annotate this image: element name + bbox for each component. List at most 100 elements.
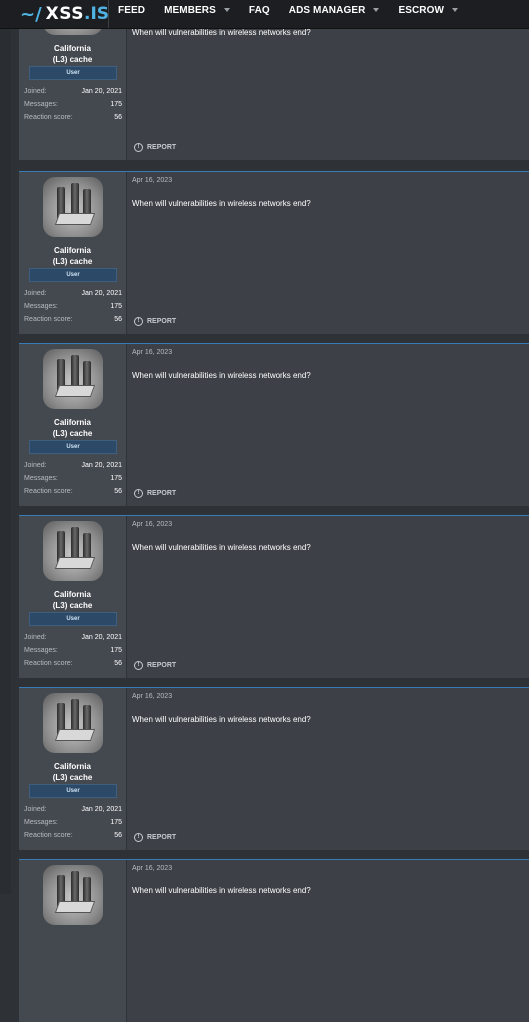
user-info: California (L3) cache User Joined: Jan 20… bbox=[19, 344, 127, 506]
post-date[interactable]: Apr 16, 2023 bbox=[132, 521, 172, 528]
messages-value[interactable]: 175 bbox=[110, 475, 122, 482]
post-body: When will vulnerabilities in wireless ne… bbox=[132, 199, 311, 208]
nav-members-label: MEMBERS bbox=[164, 4, 216, 16]
nav-faq-label: FAQ bbox=[248, 4, 270, 16]
messages-value[interactable]: 175 bbox=[110, 303, 122, 310]
username[interactable]: California (L3) cache bbox=[19, 417, 126, 439]
report-button[interactable]: ! REPORT bbox=[134, 661, 176, 670]
logo-tilde: ~/ bbox=[20, 3, 42, 25]
message-cell: Apr 16, 2023 When will vulnerabilities i… bbox=[132, 860, 529, 1022]
logo-xss: XSS bbox=[45, 4, 84, 24]
nav-ads-manager[interactable]: ADS MANAGER bbox=[289, 5, 380, 16]
reaction-row: Reaction score: 56 bbox=[24, 488, 122, 495]
joined-row: Joined: Jan 20, 2021 bbox=[24, 806, 122, 813]
logo-divider bbox=[108, 0, 109, 28]
report-button[interactable]: ! REPORT bbox=[134, 143, 176, 152]
nav-members[interactable]: MEMBERS bbox=[164, 5, 230, 16]
avatar[interactable] bbox=[43, 349, 103, 409]
reaction-row: Reaction score: 56 bbox=[24, 832, 122, 839]
post: California (L3) cache User Joined: Jan 20… bbox=[19, 687, 529, 850]
username[interactable]: California (L3) cache bbox=[19, 761, 126, 783]
nav-feed[interactable]: FEED bbox=[118, 5, 145, 16]
post: California (L3) cache User Joined: Jan 20… bbox=[19, 515, 529, 678]
reaction-row: Reaction score: 56 bbox=[24, 316, 122, 323]
joined-label: Joined: bbox=[24, 462, 47, 469]
messages-label: Messages: bbox=[24, 101, 58, 108]
post-body: When will vulnerabilities in wireless ne… bbox=[132, 28, 311, 37]
messages-label: Messages: bbox=[24, 303, 58, 310]
username[interactable]: California (L3) cache bbox=[19, 245, 126, 267]
report-button[interactable]: ! REPORT bbox=[134, 833, 176, 842]
username-line1: California bbox=[54, 418, 91, 427]
logo-is: .IS bbox=[84, 4, 110, 24]
post-body: When will vulnerabilities in wireless ne… bbox=[132, 715, 311, 724]
top-navigation: ~/ XSS .IS FEED MEMBERS FAQ ADS MANAGER … bbox=[0, 0, 529, 29]
reaction-value: 56 bbox=[114, 832, 122, 839]
joined-label: Joined: bbox=[24, 806, 47, 813]
messages-value[interactable]: 175 bbox=[110, 101, 122, 108]
username-line2: (L3) cache bbox=[52, 601, 93, 610]
chevron-down-icon[interactable] bbox=[223, 8, 230, 12]
reaction-row: Reaction score: 56 bbox=[24, 660, 122, 667]
avatar[interactable] bbox=[43, 177, 103, 237]
report-button[interactable]: ! REPORT bbox=[134, 317, 176, 326]
reaction-row: Reaction score: 56 bbox=[24, 114, 122, 121]
message-cell: Apr 16, 2023 When will vulnerabilities i… bbox=[132, 344, 529, 506]
joined-label: Joined: bbox=[24, 88, 47, 95]
joined-value: Jan 20, 2021 bbox=[81, 88, 122, 95]
post-date[interactable]: Apr 16, 2023 bbox=[132, 177, 172, 184]
main-nav: FEED MEMBERS FAQ ADS MANAGER ESCROW bbox=[118, 0, 477, 20]
chevron-down-icon[interactable] bbox=[373, 8, 380, 12]
report-label: REPORT bbox=[147, 834, 177, 841]
user-role-badge: User bbox=[29, 66, 117, 80]
messages-row: Messages: 175 bbox=[24, 303, 122, 310]
post: California (L3) cache User Joined: Jan 20… bbox=[19, 171, 529, 334]
username-line2: (L3) cache bbox=[52, 429, 93, 438]
messages-label: Messages: bbox=[24, 647, 58, 654]
reaction-label: Reaction score: bbox=[24, 660, 73, 667]
user-info bbox=[19, 860, 127, 1022]
user-role-badge: User bbox=[29, 440, 117, 454]
joined-value: Jan 20, 2021 bbox=[81, 462, 122, 469]
user-role-badge: User bbox=[29, 612, 117, 626]
joined-label: Joined: bbox=[24, 290, 47, 297]
joined-label: Joined: bbox=[24, 634, 47, 641]
nav-escrow[interactable]: ESCROW bbox=[398, 4, 459, 16]
nav-faq[interactable]: FAQ bbox=[249, 5, 270, 16]
message-cell: Apr 16, 2023 When will vulnerabilities i… bbox=[132, 688, 529, 850]
user-info: California (L3) cache User Joined: Jan 20… bbox=[19, 516, 127, 678]
user-role-badge: User bbox=[29, 784, 117, 798]
joined-row: Joined: Jan 20, 2021 bbox=[24, 462, 122, 469]
post-date[interactable]: Apr 16, 2023 bbox=[132, 349, 172, 356]
reaction-label: Reaction score: bbox=[24, 114, 73, 121]
nav-escrow-label: ESCROW bbox=[398, 4, 445, 16]
avatar[interactable] bbox=[43, 521, 103, 581]
post-date[interactable]: Apr 16, 2023 bbox=[132, 693, 172, 700]
messages-value[interactable]: 175 bbox=[110, 647, 122, 654]
reaction-label: Reaction score: bbox=[24, 488, 73, 495]
messages-value[interactable]: 175 bbox=[110, 819, 122, 826]
reaction-value: 56 bbox=[114, 660, 122, 667]
report-label: REPORT bbox=[147, 490, 177, 497]
username[interactable]: California (L3) cache bbox=[19, 43, 126, 65]
report-icon: ! bbox=[134, 317, 143, 326]
site-logo[interactable]: ~/ XSS .IS bbox=[20, 0, 109, 28]
joined-row: Joined: Jan 20, 2021 bbox=[24, 290, 122, 297]
post-body: When will vulnerabilities in wireless ne… bbox=[132, 371, 311, 380]
chevron-down-icon[interactable] bbox=[452, 8, 459, 12]
report-label: REPORT bbox=[147, 318, 177, 325]
post-date[interactable]: Apr 16, 2023 bbox=[132, 865, 172, 872]
joined-value: Jan 20, 2021 bbox=[81, 290, 122, 297]
avatar[interactable] bbox=[43, 865, 103, 925]
avatar[interactable] bbox=[43, 693, 103, 753]
username[interactable]: California (L3) cache bbox=[19, 589, 126, 611]
messages-row: Messages: 175 bbox=[24, 475, 122, 482]
username-line1: California bbox=[54, 246, 91, 255]
joined-row: Joined: Jan 20, 2021 bbox=[24, 634, 122, 641]
report-icon: ! bbox=[134, 833, 143, 842]
username-line2: (L3) cache bbox=[52, 257, 93, 266]
joined-row: Joined: Jan 20, 2021 bbox=[24, 88, 122, 95]
report-button[interactable]: ! REPORT bbox=[134, 489, 176, 498]
username-line1: California bbox=[54, 762, 91, 771]
message-cell: Apr 16, 2023 When will vulnerabilities i… bbox=[132, 172, 529, 334]
